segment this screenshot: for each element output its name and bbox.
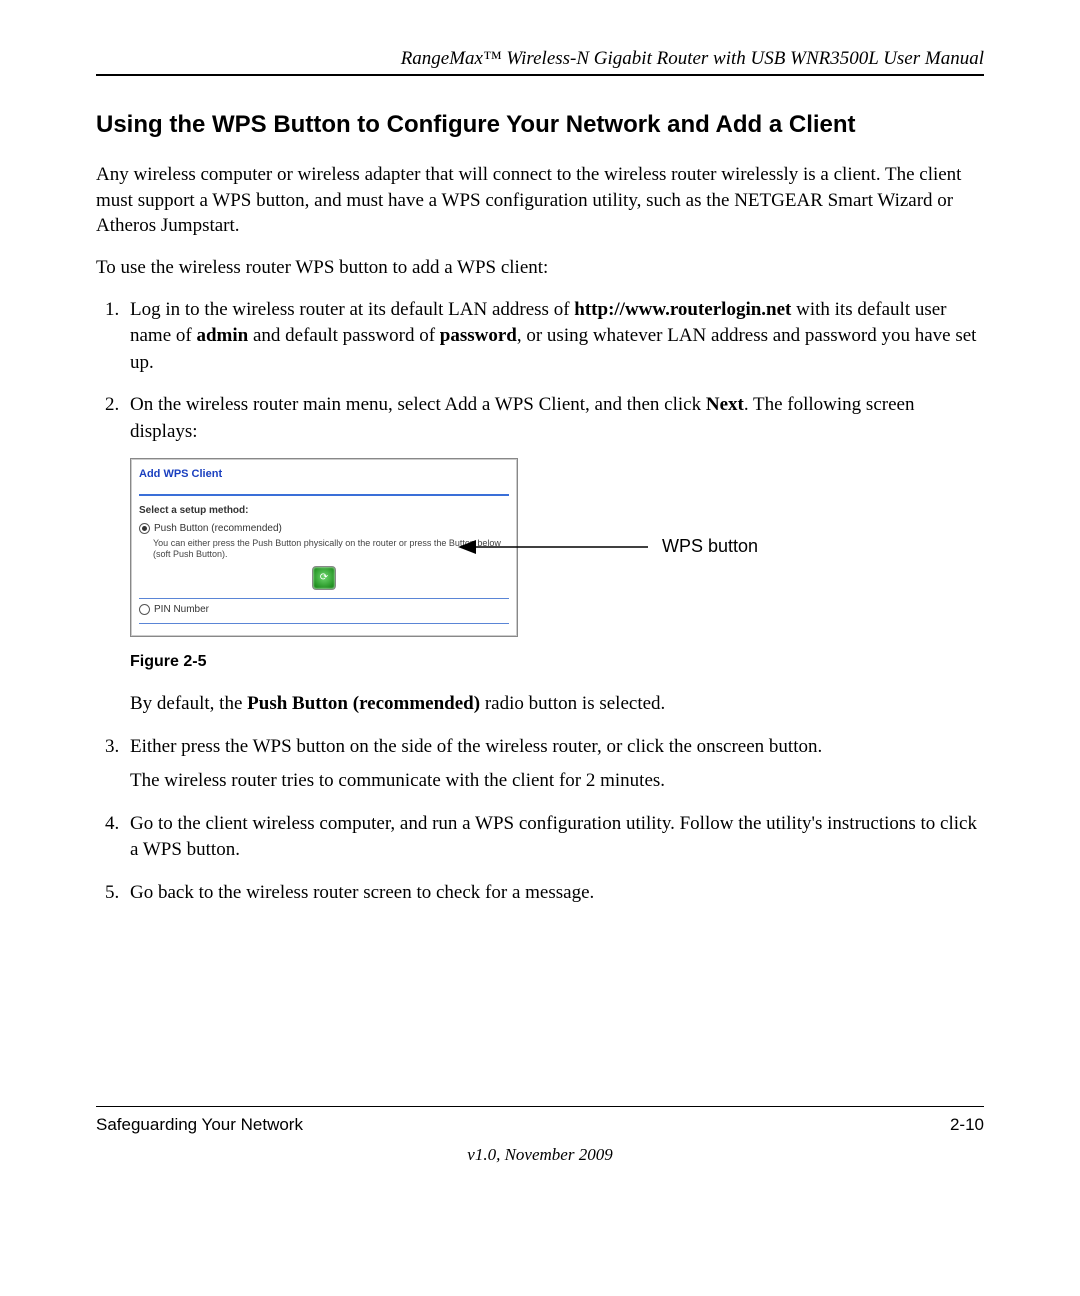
dialog-separator (139, 598, 509, 599)
dialog-title: Add WPS Client (139, 465, 509, 496)
step-2-after-bold: Push Button (recommended) (247, 693, 480, 714)
push-button-hint: You can either press the Push Button phy… (153, 538, 509, 560)
step-1-text-a: Log in to the wireless router at its def… (130, 299, 574, 320)
wps-soft-button[interactable]: ⟳ (312, 566, 336, 590)
lead-in-paragraph: To use the wireless router WPS button to… (96, 255, 984, 281)
step-1-text-e: and default password of (248, 325, 440, 346)
step-4: Go to the client wireless computer, and … (124, 811, 984, 864)
footer: Safeguarding Your Network 2-10 (96, 1115, 984, 1135)
manual-page: RangeMax™ Wireless-N Gigabit Router with… (0, 0, 1080, 1195)
radio-icon (139, 604, 150, 615)
radio-pin-label: PIN Number (154, 603, 209, 617)
footer-left: Safeguarding Your Network (96, 1115, 303, 1135)
header-rule (96, 74, 984, 76)
section-heading: Using the WPS Button to Configure Your N… (96, 110, 984, 140)
callout-arrow-icon (458, 537, 658, 557)
step-2-text-a: On the wireless router main menu, select… (130, 394, 706, 415)
step-5: Go back to the wireless router screen to… (124, 880, 984, 907)
step-3: Either press the WPS button on the side … (124, 734, 984, 795)
radio-push-button[interactable]: Push Button (recommended) (139, 522, 509, 536)
step-1-admin: admin (196, 325, 248, 346)
figure-2-5: Add WPS Client Select a setup method: Pu… (130, 458, 984, 673)
step-3-text-a: Either press the WPS button on the side … (130, 736, 822, 757)
step-2-after-c: radio button is selected. (480, 693, 665, 714)
wps-button-callout: WPS button (458, 534, 758, 559)
step-2-next: Next (706, 394, 744, 415)
step-1-url: http://www.routerlogin.net (574, 299, 791, 320)
step-2: On the wireless router main menu, select… (124, 392, 984, 717)
header-manual-title: RangeMax™ Wireless-N Gigabit Router with… (96, 48, 984, 70)
radio-pin-number[interactable]: PIN Number (139, 603, 509, 617)
step-3-text-b: The wireless router tries to communicate… (130, 768, 984, 795)
wps-icon: ⟳ (320, 571, 328, 585)
dialog-section-label: Select a setup method: (139, 504, 509, 518)
step-2-after-a: By default, the (130, 693, 247, 714)
step-2-after: By default, the Push Button (recommended… (130, 691, 984, 718)
step-1: Log in to the wireless router at its def… (124, 297, 984, 377)
callout-label: WPS button (662, 534, 758, 559)
footer-rule (96, 1106, 984, 1107)
radio-icon (139, 523, 150, 534)
steps-list: Log in to the wireless router at its def… (96, 297, 984, 907)
footer-version: v1.0, November 2009 (96, 1145, 984, 1165)
radio-push-label: Push Button (recommended) (154, 522, 282, 536)
figure-caption: Figure 2-5 (130, 651, 984, 673)
step-1-password: password (440, 325, 517, 346)
footer-page-number: 2-10 (950, 1115, 984, 1135)
intro-paragraph: Any wireless computer or wireless adapte… (96, 162, 984, 239)
dialog-separator (139, 623, 509, 624)
